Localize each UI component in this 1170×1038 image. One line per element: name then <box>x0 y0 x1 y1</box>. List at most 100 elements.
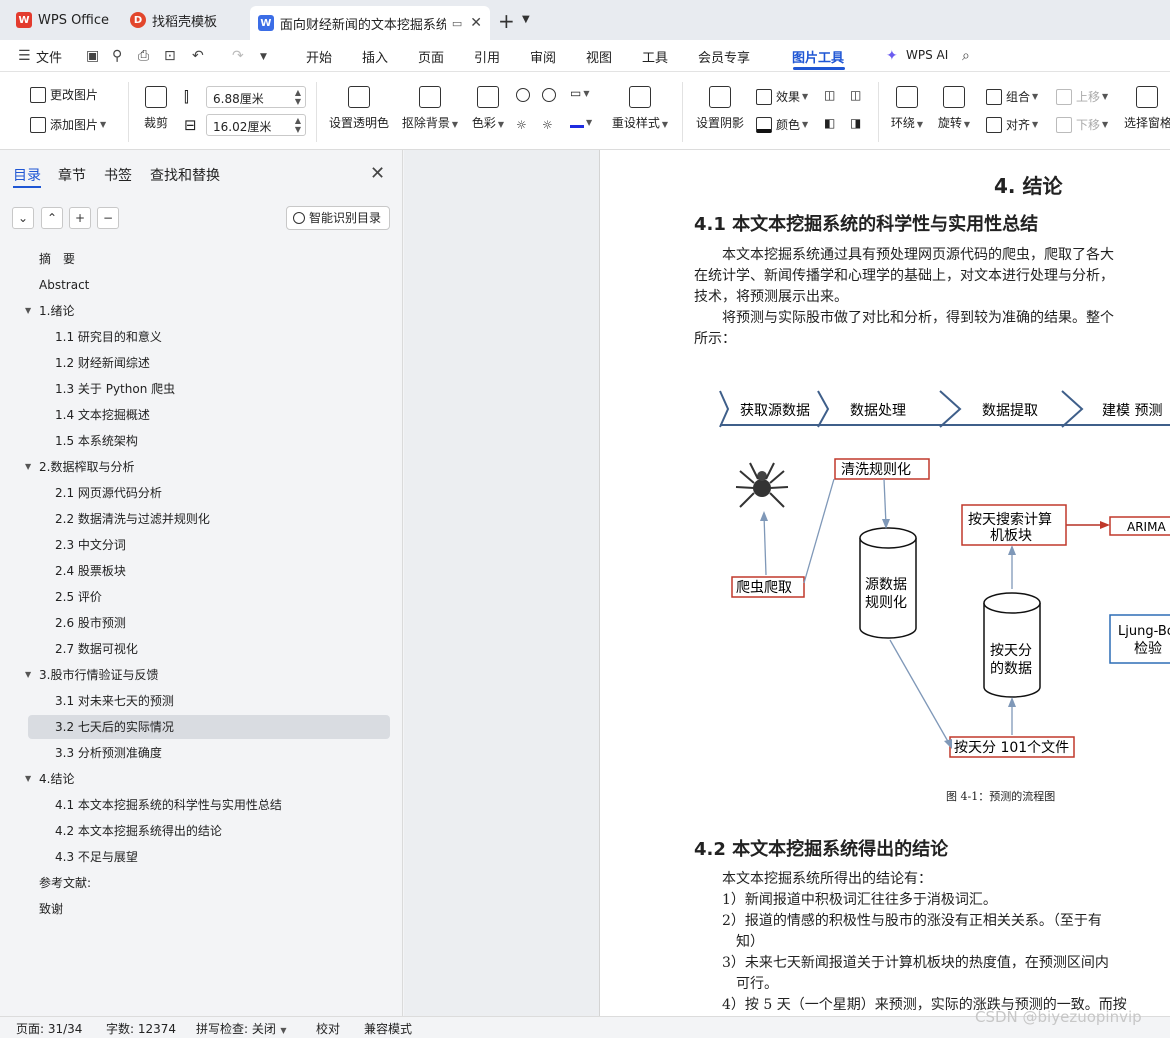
effect-button[interactable]: 效果 ▼ <box>756 88 808 105</box>
tab-list-chevron-icon[interactable]: ▼ <box>522 14 530 25</box>
border-color-icon[interactable]: ▼ <box>570 116 592 128</box>
print-icon[interactable]: ⎙ <box>138 48 149 64</box>
menu-picture-tools[interactable]: 图片工具 <box>792 47 844 66</box>
close-tab-icon[interactable]: ✕ <box>470 15 482 31</box>
toc-item-2-4[interactable]: 2.4 股票板块 <box>55 559 126 583</box>
reset-style-button[interactable]: 重设样式 ▼ <box>608 86 672 131</box>
highlight-color-icon[interactable]: ▭ ▼ <box>570 86 590 100</box>
set-transparent-button[interactable]: 设置透明色 <box>328 86 390 131</box>
rotate-button[interactable]: 旋转 ▼ <box>934 86 974 131</box>
add-image-button[interactable]: 添加图片 ▼ <box>30 116 106 133</box>
share-icon[interactable]: ⚲ <box>112 48 122 64</box>
toc-item-2-1[interactable]: 2.1 网页源代码分析 <box>55 481 162 505</box>
width-stepper-icon[interactable]: ▲ ▼ <box>295 88 301 106</box>
toc-item-1-1[interactable]: 1.1 研究目的和意义 <box>55 325 162 349</box>
undo-icon[interactable]: ↶ <box>192 48 204 64</box>
rotate-left-icon[interactable] <box>516 88 530 102</box>
move-up-button[interactable]: 上移 ▼ <box>1056 88 1108 105</box>
toc-item-2-2[interactable]: 2.2 数据清洗与过滤并规则化 <box>55 507 210 531</box>
toc-item-1-2[interactable]: 1.2 财经新闻综述 <box>55 351 150 375</box>
document-page[interactable]: 4. 结论 4.1 本文本挖掘系统的科学性与实用性总结 本文本挖掘系统通过具有预… <box>599 150 1170 1016</box>
contrast-icon[interactable]: ☼ <box>542 118 553 132</box>
toc-item-1-4[interactable]: 1.4 文本挖掘概述 <box>55 403 150 427</box>
menu-view[interactable]: 视图 <box>586 47 612 66</box>
expand-triangle-icon[interactable]: ▼ <box>25 663 31 687</box>
menu-member[interactable]: 会员专享 <box>698 47 750 66</box>
tab-wps-office[interactable]: W WPS Office <box>8 5 118 35</box>
toc-item-2-3[interactable]: 2.3 中文分词 <box>55 533 126 557</box>
height-input[interactable]: 16.02厘米 ▲ ▼ <box>206 114 306 136</box>
monitor-icon[interactable]: ▭ <box>452 17 462 30</box>
tab-bookmarks[interactable]: 书签 <box>104 165 132 185</box>
move-down-button[interactable]: 下移 ▼ <box>1056 116 1108 133</box>
menu-insert[interactable]: 插入 <box>362 47 388 66</box>
tab-document[interactable]: W 面向财经新闻的文本挖掘系统设计 ▭ ✕ <box>250 6 490 40</box>
collapse-all-button[interactable]: ⌄ <box>12 207 34 229</box>
toc-item-3-3[interactable]: 3.3 分析预测准确度 <box>55 741 162 765</box>
smart-toc-button[interactable]: 智能识别目录 <box>286 206 390 230</box>
color-button[interactable]: 颜色 ▼ <box>756 116 808 133</box>
shadow-offset-right-icon[interactable]: ◨ <box>850 116 861 130</box>
height-stepper-icon[interactable]: ▲ ▼ <box>295 116 301 134</box>
toc-item-4-1[interactable]: 4.1 本文本挖掘系统的科学性与实用性总结 <box>55 793 282 817</box>
menu-wps-ai[interactable]: WPS AI <box>906 48 948 62</box>
hamburger-icon[interactable]: ☰ <box>18 48 31 64</box>
crop-button[interactable]: 裁剪 <box>140 86 172 131</box>
menu-home[interactable]: 开始 <box>306 47 332 66</box>
expand-triangle-icon[interactable]: ▼ <box>25 299 31 323</box>
close-icon[interactable]: ✕ <box>370 163 385 184</box>
redo-icon[interactable]: ↷ <box>232 48 244 64</box>
toc-item-abstract[interactable]: Abstract <box>39 273 89 297</box>
remove-background-button[interactable]: 抠除背景 ▼ <box>400 86 460 131</box>
menu-tools[interactable]: 工具 <box>642 47 668 66</box>
set-shadow-button[interactable]: 设置阴影 <box>694 86 746 131</box>
toc-item-1-3[interactable]: 1.3 关于 Python 爬虫 <box>55 377 175 401</box>
search-icon[interactable]: ⌕ <box>962 48 970 64</box>
toc-item-ch4[interactable]: ▼ 4.结论 <box>25 767 74 791</box>
flowchart-figure[interactable]: 获取源数据 数据处理 数据提取 建模 预测 清洗规则化 爬虫爬取 源数据 规则化… <box>710 375 1170 785</box>
toc-item-4-2[interactable]: 4.2 本文本挖掘系统得出的结论 <box>55 819 222 843</box>
new-tab-icon[interactable]: + <box>498 9 515 33</box>
shadow-offset-left-icon[interactable]: ◧ <box>824 116 835 130</box>
group-button[interactable]: 组合 ▼ <box>986 88 1038 105</box>
word-count[interactable]: 字数: 12374 <box>106 1020 176 1037</box>
toc-item-ch2[interactable]: ▼ 2.数据榨取与分析 <box>25 455 134 479</box>
menu-page[interactable]: 页面 <box>418 47 444 66</box>
expand-triangle-icon[interactable]: ▼ <box>25 455 31 479</box>
menu-reference[interactable]: 引用 <box>474 47 500 66</box>
toc-item-3-1[interactable]: 3.1 对未来七天的预测 <box>55 689 174 713</box>
print-preview-icon[interactable]: ⊡ <box>164 48 176 64</box>
brightness-icon[interactable]: ☼ <box>516 118 527 132</box>
toc-item-ch3[interactable]: ▼ 3.股市行情验证与反馈 <box>25 663 158 687</box>
add-heading-button[interactable]: + <box>69 207 91 229</box>
toc-item-4-3[interactable]: 4.3 不足与展望 <box>55 845 138 869</box>
toc-item-3-2-selected[interactable]: 3.2 七天后的实际情况 <box>28 715 390 739</box>
width-input[interactable]: 6.88厘米 ▲ ▼ <box>206 86 306 108</box>
wrap-button[interactable]: 环绕 ▼ <box>888 86 926 131</box>
toc-item-thanks[interactable]: 致谢 <box>39 897 63 921</box>
toc-item-2-7[interactable]: 2.7 数据可视化 <box>55 637 138 661</box>
tab-template[interactable]: D 找稻壳模板 <box>122 5 246 35</box>
toc-item-ch1[interactable]: ▼ 1.绪论 <box>25 299 74 323</box>
spell-check-status[interactable]: 拼写检查: 关闭 ▼ <box>196 1020 287 1037</box>
proofread-button[interactable]: 校对 <box>316 1020 340 1037</box>
expand-up-button[interactable]: ⌃ <box>41 207 63 229</box>
selection-pane-button[interactable]: 选择窗格 <box>1124 86 1170 131</box>
align-button[interactable]: 对齐 ▼ <box>986 116 1038 133</box>
page-indicator[interactable]: 页面: 31/34 <box>16 1020 82 1037</box>
color-adjust-button[interactable]: 色彩 ▼ <box>470 86 506 131</box>
remove-heading-button[interactable]: − <box>97 207 119 229</box>
toc-item-references[interactable]: 参考文献: <box>39 871 91 895</box>
tab-toc[interactable]: 目录 <box>13 165 41 185</box>
menu-file[interactable]: 文件 <box>36 47 62 66</box>
quick-access-chevron-icon[interactable]: ▼ <box>260 52 267 62</box>
shadow-offset-down-icon[interactable]: ◫ <box>850 88 861 102</box>
toc-item-1-5[interactable]: 1.5 本系统架构 <box>55 429 138 453</box>
tab-sections[interactable]: 章节 <box>58 165 86 185</box>
rotate-right-icon[interactable] <box>542 88 556 102</box>
menu-review[interactable]: 审阅 <box>530 47 556 66</box>
tab-find-replace[interactable]: 查找和替换 <box>150 165 220 185</box>
toc-item-abstract-cn[interactable]: 摘 要 <box>39 247 75 271</box>
toc-item-2-6[interactable]: 2.6 股市预测 <box>55 611 126 635</box>
expand-triangle-icon[interactable]: ▼ <box>25 767 31 791</box>
